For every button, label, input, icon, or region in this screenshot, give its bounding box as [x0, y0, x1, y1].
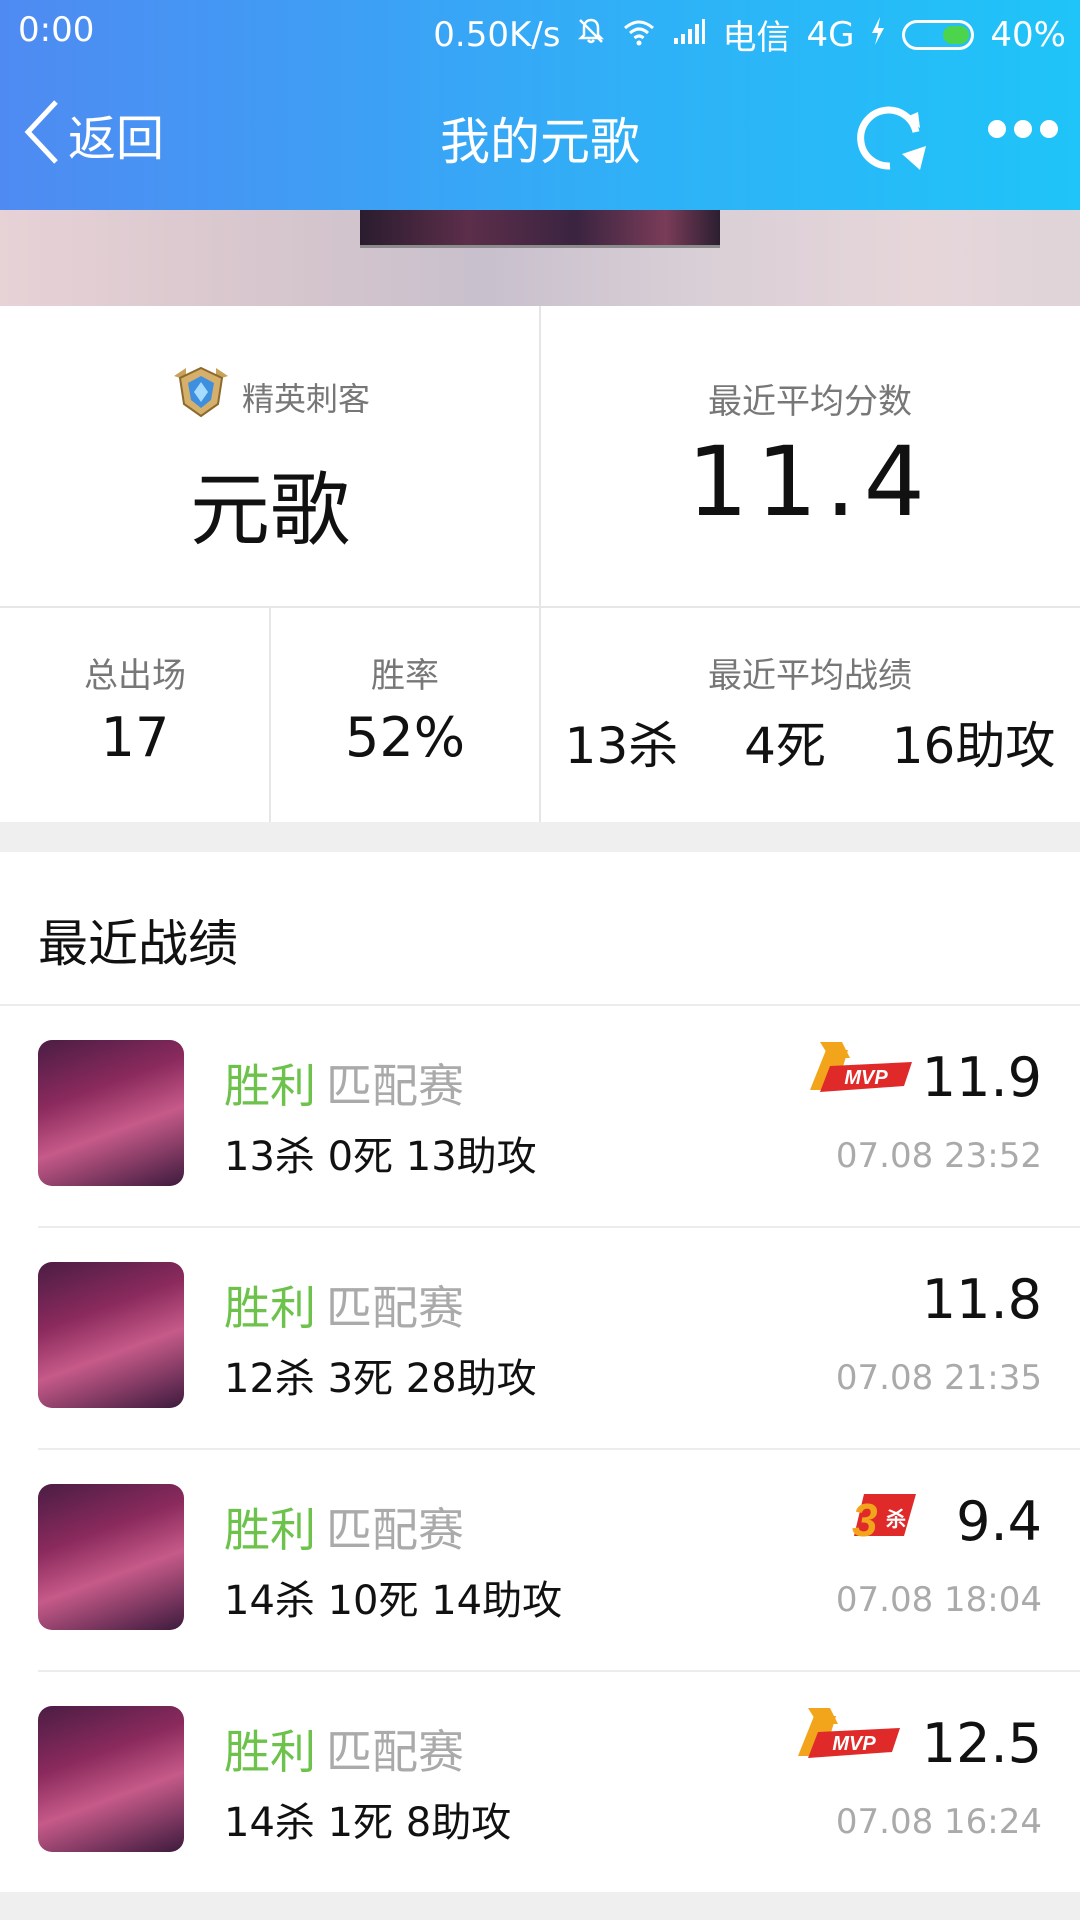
battery-icon: [902, 19, 975, 50]
hero-banner: [0, 210, 1080, 306]
result-label: 胜利: [224, 1281, 316, 1335]
match-row[interactable]: 胜利 匹配赛 13杀 0死 13助攻 MVP 11.9 07.08 23:52: [0, 1006, 1080, 1228]
match-result: 胜利 匹配赛: [224, 1050, 464, 1116]
more-icon: [988, 120, 1006, 138]
network-type: 4G: [806, 14, 855, 55]
result-label: 胜利: [224, 1503, 316, 1557]
match-mode: 匹配赛: [326, 1503, 464, 1557]
hero-avatar: [38, 1706, 184, 1852]
charging-icon: [870, 15, 886, 55]
match-kda: 12杀 3死 28助攻: [224, 1356, 537, 1402]
win-rate-label: 胜率: [371, 656, 439, 696]
rank-row: 精英刺客: [0, 366, 540, 422]
battery-percent: 40%: [990, 14, 1066, 55]
wifi-icon: [622, 15, 656, 55]
recent-records: 最近战绩 胜利 匹配赛 13杀 0死 13助攻 MVP 11.9 07.08 23…: [0, 852, 1080, 1892]
mvp-badge: MVP: [808, 1040, 920, 1110]
badge-text: MVP: [844, 1067, 888, 1089]
match-mode: 匹配赛: [326, 1281, 464, 1335]
match-mode: 匹配赛: [326, 1059, 464, 1113]
hero-name: 元歌: [190, 464, 350, 557]
mvp-badge: MVP: [796, 1706, 908, 1776]
match-result: 胜利 匹配赛: [224, 1272, 464, 1338]
match-row[interactable]: 胜利 匹配赛 14杀 1死 8助攻 MVP 12.5 07.08 16:24: [0, 1672, 1080, 1894]
refresh-icon: [857, 106, 926, 170]
avg-deaths: 4: [744, 717, 776, 775]
match-score: 11.8: [921, 1268, 1042, 1331]
status-bar: 0:00 0.50K/s 电信 4G 40%: [0, 0, 1080, 62]
avg-score-label: 最近平均分数: [708, 382, 912, 422]
mute-icon: [576, 15, 606, 55]
match-score: 11.9: [921, 1046, 1042, 1109]
avg-assists: 16: [891, 717, 956, 775]
hero-avatar: [38, 1262, 184, 1408]
hero-skin-image: [360, 210, 720, 248]
match-result: 胜利 匹配赛: [224, 1716, 464, 1782]
nav-bar: 返回 我的元歌: [0, 62, 1080, 210]
header: 0:00 0.50K/s 电信 4G 40% 返回 我的元歌: [0, 0, 1080, 210]
rank-emblem-icon: [170, 366, 232, 422]
win-rate: 52%: [344, 706, 466, 769]
match-kda: 13杀 0死 13助攻: [224, 1134, 537, 1180]
match-row[interactable]: 胜利 匹配赛 12杀 3死 28助攻 11.8 07.08 21:35: [0, 1228, 1080, 1450]
rank-label: 精英刺客: [241, 380, 370, 418]
match-kda: 14杀 1死 8助攻: [224, 1800, 512, 1846]
result-label: 胜利: [224, 1725, 316, 1779]
match-time: 07.08 21:35: [835, 1358, 1042, 1398]
status-time: 0:00: [18, 10, 95, 50]
triple-kill-badge: 3 杀: [824, 1484, 934, 1554]
hero-avatar: [38, 1040, 184, 1186]
screen: 0:00 0.50K/s 电信 4G 40% 返回 我的元歌 精英刺客 元歌 最…: [0, 0, 1080, 1920]
refresh-button[interactable]: [850, 98, 930, 182]
carrier: 电信: [722, 18, 791, 58]
network-speed: 0.50K/s: [433, 14, 561, 55]
hero-summary-card: 精英刺客 元歌 最近平均分数 11.4 总出场 17 胜率 52% 最近平均战绩…: [0, 306, 1080, 822]
avg-record-label: 最近平均战绩: [708, 656, 912, 696]
hero-avatar: [38, 1484, 184, 1630]
result-label: 胜利: [224, 1059, 316, 1113]
match-score: 12.5: [921, 1712, 1042, 1775]
match-kda: 14杀 10死 14助攻: [224, 1578, 563, 1624]
total-games: 17: [100, 706, 170, 769]
total-games-label: 总出场: [84, 656, 186, 696]
svg-text:杀: 杀: [886, 1507, 906, 1531]
match-time: 07.08 18:04: [835, 1580, 1042, 1620]
avg-kills: 13: [564, 717, 629, 775]
match-score: 9.4: [956, 1490, 1042, 1553]
match-mode: 匹配赛: [326, 1725, 464, 1779]
match-time: 07.08 16:24: [835, 1802, 1042, 1842]
match-result: 胜利 匹配赛: [224, 1494, 464, 1560]
match-row[interactable]: 胜利 匹配赛 14杀 10死 14助攻 3 杀 9.4 07.08 18:04: [0, 1450, 1080, 1672]
records-title: 最近战绩: [38, 915, 238, 973]
match-time: 07.08 23:52: [835, 1136, 1042, 1176]
avg-deaths-unit: 死: [775, 717, 826, 775]
svg-text:3: 3: [852, 1494, 878, 1546]
badge-text: MVP: [832, 1733, 876, 1755]
status-icons: 0.50K/s 电信 4G 40%: [433, 10, 1066, 59]
avg-score: 11.4: [687, 426, 933, 538]
avg-record: 13杀 4死 16助攻: [540, 706, 1080, 778]
avg-assists-unit: 助攻: [955, 717, 1056, 775]
avg-kills-unit: 杀: [628, 717, 679, 775]
signal-icon: [672, 15, 706, 55]
more-button[interactable]: [988, 120, 1058, 138]
